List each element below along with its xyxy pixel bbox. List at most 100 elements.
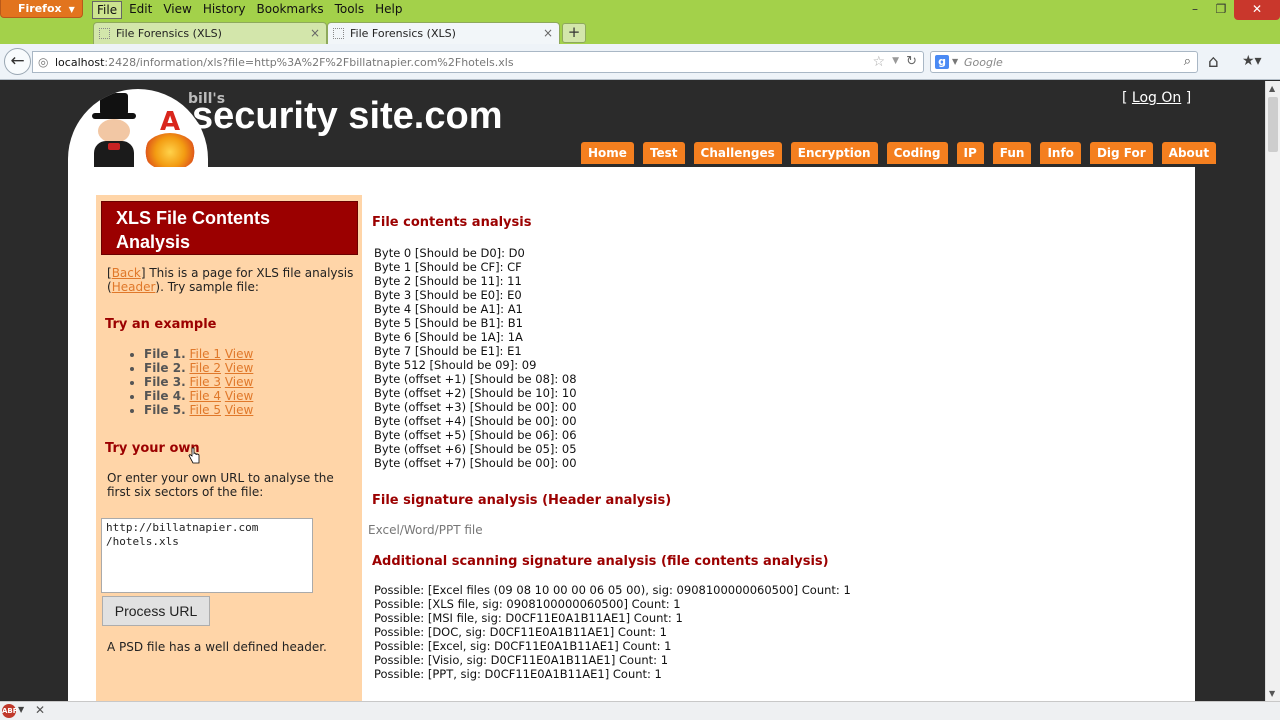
menu-view[interactable]: View (159, 1, 195, 19)
nav-fun[interactable]: Fun (992, 142, 1032, 164)
contents-heading: File contents analysis (372, 215, 532, 230)
chevron-down-icon[interactable]: ▼ (892, 56, 899, 66)
byte-row: Byte (offset +6) [Should be 05]: 05 (374, 442, 577, 456)
restore-icon[interactable]: ❐ (1208, 0, 1234, 20)
tab-2[interactable]: File Forensics (XLS) × (327, 22, 560, 44)
list-item: File 2. File 2 View (144, 361, 253, 375)
sidebar-intro: [Back] This is a page for XLS file analy… (107, 266, 354, 294)
header-link[interactable]: Header (112, 280, 156, 294)
navigation-bar: ← ◎ localhost:2428/information/xls?file=… (0, 44, 1280, 80)
nav-home[interactable]: Home (581, 142, 634, 164)
menu-file[interactable]: File (92, 1, 123, 19)
firefox-button-label: Firefox (18, 2, 62, 15)
tab-title: File Forensics (XLS) (116, 27, 222, 40)
bookmark-star-icon[interactable]: ☆ (872, 54, 885, 70)
firefox-menu-button[interactable]: Firefox ▼ (0, 0, 83, 18)
byte-row: Byte (offset +5) [Should be 06]: 06 (374, 428, 577, 442)
back-arrow-icon[interactable]: ← (4, 48, 31, 75)
scan-row: Possible: [MSI file, sig: D0CF11E0A1B11A… (374, 611, 683, 625)
nav-info[interactable]: Info (1040, 142, 1081, 164)
byte-row: Byte 3 [Should be E0]: E0 (374, 288, 522, 302)
nav-test[interactable]: Test (642, 142, 685, 164)
nav-dig-for[interactable]: Dig For (1089, 142, 1153, 164)
url-input[interactable]: http://billatnapier.com /hotels.xls (101, 518, 313, 593)
search-bar[interactable]: g ▼ Google ⌕ (930, 51, 1198, 73)
site-nav: Home Test Challenges Encryption Coding I… (581, 142, 1225, 164)
url-path: :2428/information/xls?file=http%3A%2F%2F… (104, 56, 514, 69)
scroll-down-icon[interactable]: ▼ (1269, 689, 1275, 698)
example-label: File 2. (144, 361, 186, 375)
menu-tools[interactable]: Tools (331, 1, 369, 19)
google-icon[interactable]: g (935, 55, 949, 69)
example-view-link[interactable]: View (225, 403, 253, 417)
own-heading: Try your own (105, 441, 200, 456)
tab-1[interactable]: File Forensics (XLS) × (93, 22, 327, 44)
new-tab-button[interactable]: + (562, 23, 586, 43)
byte-row: Byte 2 [Should be 11]: 11 (374, 274, 522, 288)
page-viewport: A bill's security site.com [ Log On ] Ho… (0, 81, 1265, 701)
minimize-icon[interactable]: – (1182, 0, 1208, 20)
byte-row: Byte (offset +7) [Should be 00]: 00 (374, 456, 577, 470)
nav-coding[interactable]: Coding (886, 142, 948, 164)
example-label: File 1. (144, 347, 186, 361)
signature-result: Excel/Word/PPT file (368, 523, 483, 537)
example-view-link[interactable]: View (225, 361, 253, 375)
address-bar[interactable]: ◎ localhost:2428/information/xls?file=ht… (32, 51, 924, 73)
menu-bookmarks[interactable]: Bookmarks (253, 1, 328, 19)
example-file-link[interactable]: File 4 (189, 389, 221, 403)
close-tab-icon[interactable]: × (310, 26, 320, 40)
chevron-down-icon[interactable]: ▼ (18, 705, 24, 714)
own-text: Or enter your own URL to analyse the fir… (107, 471, 334, 499)
favicon-icon (333, 28, 344, 39)
top-hat-icon (100, 93, 128, 115)
mascot-face (98, 119, 130, 143)
menu-history[interactable]: History (199, 1, 250, 19)
title-bar: Firefox ▼ File Edit View History Bookmark… (0, 0, 1280, 20)
magnifier-icon[interactable]: ⌕ (1184, 54, 1191, 69)
addon-bar: ABP ▼ ✕ (0, 701, 1280, 720)
menu-edit[interactable]: Edit (125, 1, 156, 19)
site-logo[interactable]: A (68, 89, 208, 169)
bookmarks-icon[interactable]: ★▾ (1242, 53, 1262, 69)
example-label: File 4. (144, 389, 186, 403)
example-file-link[interactable]: File 2 (189, 361, 221, 375)
example-file-link[interactable]: File 5 (189, 403, 221, 417)
adblock-icon[interactable]: ABP (2, 704, 18, 718)
byte-list: Byte 0 [Should be D0]: D0 Byte 1 [Should … (374, 246, 577, 470)
menu-help[interactable]: Help (371, 1, 406, 19)
logon-link[interactable]: Log On (1132, 90, 1181, 106)
url-host: localhost (55, 56, 105, 69)
favicon-icon (99, 28, 110, 39)
nav-encryption[interactable]: Encryption (790, 142, 878, 164)
example-file-link[interactable]: File 3 (189, 375, 221, 389)
vertical-scrollbar[interactable]: ▲ ▼ (1265, 81, 1280, 701)
nav-ip[interactable]: IP (956, 142, 984, 164)
scan-row: Possible: [Excel, sig: D0CF11E0A1B11AE1]… (374, 639, 672, 653)
scroll-up-icon[interactable]: ▲ (1269, 84, 1275, 93)
example-view-link[interactable]: View (225, 375, 253, 389)
byte-row: Byte 5 [Should be B1]: B1 (374, 316, 523, 330)
chevron-down-icon[interactable]: ▼ (952, 57, 958, 66)
close-addon-bar-icon[interactable]: ✕ (35, 703, 45, 717)
reload-icon[interactable]: ↻ (906, 54, 917, 69)
home-icon[interactable]: ⌂ (1208, 52, 1219, 72)
hand-cursor-icon (188, 447, 200, 464)
scan-row: Possible: [DOC, sig: D0CF11E0A1B11AE1] C… (374, 625, 667, 639)
process-url-button[interactable]: Process URL (102, 596, 210, 626)
example-file-link[interactable]: File 1 (189, 347, 221, 361)
byte-row: Byte 4 [Should be A1]: A1 (374, 302, 523, 316)
close-window-icon[interactable]: ✕ (1234, 0, 1280, 20)
back-link[interactable]: Back (112, 266, 141, 280)
site-name: security site.com (192, 95, 503, 137)
close-tab-icon[interactable]: × (543, 26, 553, 40)
window-controls: – ❐ ✕ (1182, 0, 1280, 20)
example-view-link[interactable]: View (225, 389, 253, 403)
scan-row: Possible: [Excel files (09 08 10 00 00 0… (374, 583, 851, 597)
url-text[interactable]: localhost:2428/information/xls?file=http… (55, 56, 514, 69)
page-title: XLS File Contents Analysis (116, 208, 271, 252)
scrollbar-thumb[interactable] (1268, 97, 1278, 152)
sidebar: XLS File Contents Analysis [Back] This i… (96, 195, 362, 701)
example-view-link[interactable]: View (225, 347, 253, 361)
nav-about[interactable]: About (1161, 142, 1217, 164)
nav-challenges[interactable]: Challenges (693, 142, 782, 164)
